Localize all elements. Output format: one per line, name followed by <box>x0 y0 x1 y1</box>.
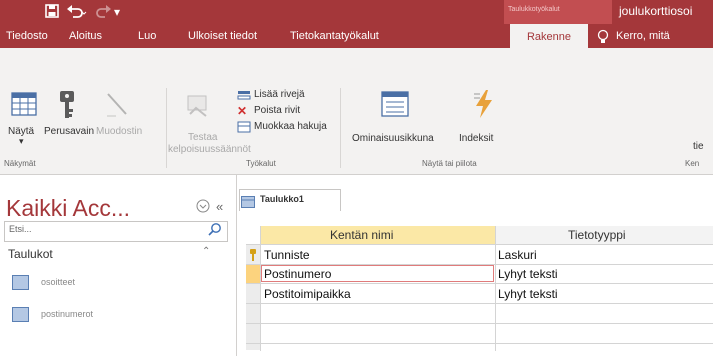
nav-pane-title[interactable]: Kaikki Acc... <box>6 195 130 222</box>
builder-wand-icon <box>107 93 127 117</box>
data-type-cell[interactable]: Laskuri <box>498 248 537 262</box>
undo-icon[interactable] <box>66 3 88 23</box>
modify-lookups-button[interactable]: Muokkaa hakuja <box>254 121 327 132</box>
document-tab-label: Taulukko1 <box>260 194 304 204</box>
table-icon <box>12 307 29 322</box>
window-title: joulukorttiosoi <box>619 4 693 18</box>
data-type-cell[interactable]: Lyhyt teksti <box>498 287 558 301</box>
tab-external-data[interactable]: Ulkoiset tiedot <box>188 30 257 42</box>
field-name-cell[interactable]: Postitoimipaikka <box>264 287 351 301</box>
tab-file[interactable]: Tiedosto <box>6 30 48 42</box>
group-label-cut: Ken <box>685 159 700 168</box>
quick-access-dropdown-icon[interactable]: ▾ <box>114 5 120 19</box>
nav-search-placeholder: Etsi... <box>9 224 32 234</box>
property-sheet-label: Ominaisuusikkuna <box>352 133 434 144</box>
lightbulb-icon <box>596 29 610 50</box>
column-header-data-type: Tietotyyppi <box>568 228 626 242</box>
tab-home[interactable]: Aloitus <box>69 30 102 42</box>
grid-line <box>495 226 496 351</box>
redo-icon <box>96 3 112 23</box>
indexes-lightning-icon <box>474 90 492 118</box>
nav-item-postinumerot[interactable]: postinumerot <box>41 309 93 319</box>
test-rules-icon <box>187 95 207 117</box>
save-icon[interactable] <box>44 3 60 23</box>
datasheet-view-icon <box>11 92 37 116</box>
delete-rows-button[interactable]: Poista rivit <box>254 105 300 116</box>
test-validation-label: Testaa <box>188 132 218 143</box>
tab-create[interactable]: Luo <box>138 30 156 42</box>
contextual-group-title: Taulukkotyökalut <box>508 6 560 13</box>
builder-label: Muodostin <box>96 126 143 137</box>
primary-key-label: Perusavain <box>44 126 95 137</box>
grid-line <box>246 323 713 324</box>
indexes-button[interactable] <box>472 88 496 125</box>
property-sheet-icon <box>381 91 409 117</box>
view-button[interactable] <box>10 90 38 123</box>
modify-lookups-icon <box>237 120 251 138</box>
grid-line <box>246 283 713 284</box>
builder-button <box>104 90 130 125</box>
field-name-cell-active[interactable]: Postinumero <box>264 267 331 281</box>
grid-line <box>246 343 713 344</box>
ribbon-cutoff-label: tie <box>693 141 704 152</box>
property-sheet-button[interactable] <box>380 90 410 123</box>
table-tab-icon <box>241 195 255 213</box>
data-type-cell[interactable]: Lyhyt teksti <box>498 267 558 281</box>
ribbon-separator <box>166 88 167 168</box>
insert-rows-button[interactable]: Lisää rivejä <box>254 89 305 100</box>
tell-me-search[interactable]: Kerro, mitä <box>616 30 670 42</box>
group-label-views: Näkymät <box>4 159 36 168</box>
primary-key-button[interactable] <box>56 90 78 125</box>
section-collapse-icon[interactable]: ⌃ <box>202 246 210 257</box>
test-validation-label-2: kelpoisuussäännöt <box>168 144 251 155</box>
delete-rows-icon: ✕ <box>237 104 248 118</box>
view-dropdown-icon[interactable]: ▾ <box>19 136 24 147</box>
ribbon-separator <box>340 88 341 168</box>
tab-design[interactable]: Rakenne <box>510 24 588 48</box>
nav-section-tables[interactable]: Taulukot <box>8 247 53 261</box>
indexes-label: Indeksit <box>459 133 494 144</box>
collapse-pane-icon[interactable]: « <box>216 199 223 214</box>
test-validation-button <box>184 92 212 125</box>
key-icon <box>60 91 74 118</box>
grid-line <box>246 244 713 245</box>
grid-line <box>260 226 261 351</box>
search-icon[interactable] <box>207 222 222 242</box>
row-selector-current[interactable] <box>246 264 260 283</box>
nav-search-input[interactable] <box>4 221 228 242</box>
column-header-field-name: Kentän nimi <box>330 228 394 242</box>
group-label-show-hide: Näytä tai piilota <box>422 159 477 168</box>
field-name-cell[interactable]: Tunniste <box>264 248 310 262</box>
table-icon <box>12 275 29 290</box>
grid-line <box>246 303 713 304</box>
tab-database-tools[interactable]: Tietokantatyökalut <box>290 30 379 42</box>
nav-menu-icon[interactable] <box>196 199 210 218</box>
nav-item-osoitteet[interactable]: osoitteet <box>41 277 75 287</box>
group-label-tools: Työkalut <box>246 159 276 168</box>
